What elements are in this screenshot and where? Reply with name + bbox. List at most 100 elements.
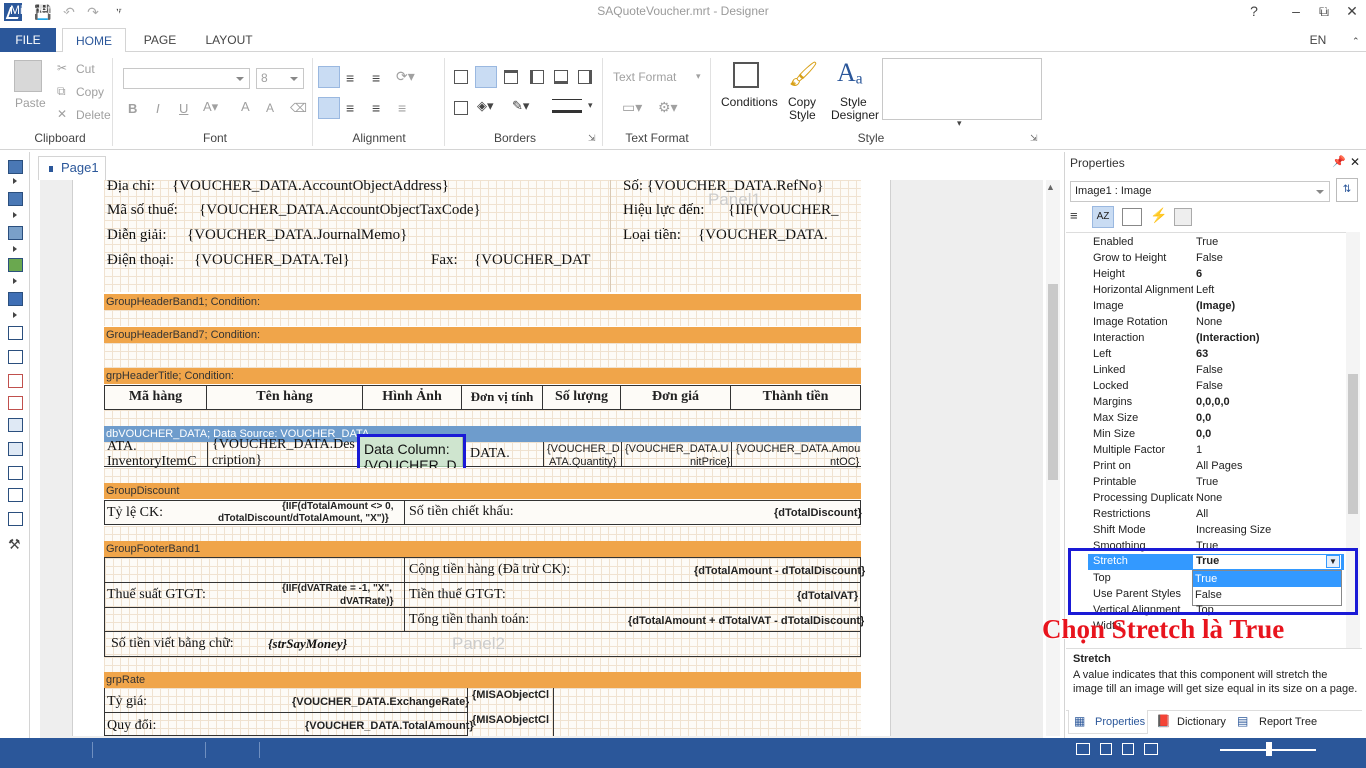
font-color-icon[interactable]: A▾ [203, 99, 218, 115]
toolbox-checkbox-icon[interactable] [8, 396, 23, 410]
group-header-band-1[interactable]: GroupHeaderBand1; Condition: [104, 294, 861, 310]
property-value[interactable]: 6 [1196, 266, 1202, 282]
text-format-dropdown-icon[interactable]: ▾ [696, 71, 701, 82]
toolbox-text-icon[interactable] [8, 326, 23, 340]
style-gallery[interactable] [882, 58, 1042, 120]
categorized-icon[interactable]: ≡ [1070, 208, 1078, 223]
all-borders-icon[interactable] [454, 70, 468, 84]
memo-field[interactable]: {VOUCHER_DATA.JournalMemo} [187, 227, 407, 244]
property-value[interactable]: None [1196, 314, 1222, 330]
help-icon[interactable]: ? [1240, 2, 1268, 22]
exchange-rate-field[interactable]: {VOUCHER_DATA.ExchangeRate} [292, 696, 469, 708]
property-value[interactable]: All Pages [1196, 458, 1242, 474]
toolbox-expand-icon[interactable] [13, 178, 17, 184]
group-footer-band-1[interactable]: GroupFooterBand1 [104, 541, 861, 557]
tax-code-field[interactable]: {VOUCHER_DATA.AccountObjectTaxCode} [199, 202, 481, 219]
style-dialog-icon[interactable]: ⇲ [1030, 133, 1038, 144]
events-icon[interactable]: ⚡ [1150, 207, 1167, 224]
property-options-icon[interactable] [1174, 208, 1192, 226]
property-value[interactable]: (Image) [1196, 298, 1235, 314]
unit-price-field[interactable]: {VOUCHER_DATA.U [625, 443, 729, 455]
multi-page-icon[interactable] [1144, 743, 1158, 755]
rows-row[interactable]: Image (Image) [1088, 298, 1346, 314]
toolbox-cross-band-icon[interactable] [8, 192, 23, 206]
misa-object-field-2[interactable]: {MISAObjectCl [472, 714, 552, 726]
rows-row[interactable]: Linked False [1088, 362, 1346, 378]
minimize-icon[interactable]: – [1282, 2, 1310, 22]
align-right-icon[interactable]: ≡ [372, 100, 380, 116]
property-value[interactable]: None [1196, 490, 1222, 506]
zoom-out-icon[interactable]: – [1206, 1, 1214, 17]
property-value[interactable]: True [1196, 234, 1218, 250]
toolbox-expand-icon[interactable] [13, 212, 17, 218]
ribbon-collapse-icon[interactable]: ⌃ [1352, 36, 1360, 47]
rows-row[interactable]: Printable True [1088, 474, 1346, 490]
page-view-icon[interactable] [1076, 743, 1090, 755]
rows-row[interactable]: Multiple Factor 1 [1088, 442, 1346, 458]
grow-font-icon[interactable]: A [241, 99, 250, 114]
borders-dialog-icon[interactable]: ⇲ [588, 133, 596, 144]
group-discount-band[interactable]: GroupDiscount [104, 483, 861, 499]
property-value[interactable]: 1 [1196, 442, 1202, 458]
property-value[interactable]: All [1196, 506, 1208, 522]
italic-icon[interactable]: I [156, 101, 160, 116]
top-border-icon[interactable] [504, 70, 518, 84]
tab-file[interactable]: FILE [0, 28, 56, 53]
total-field[interactable]: {dTotalAmount + dTotalVAT - dTotalDiscou… [628, 615, 864, 627]
group-rate-band[interactable]: grpRate [104, 672, 861, 688]
property-value[interactable]: (Interaction) [1196, 330, 1260, 346]
paste-button[interactable]: Paste [15, 96, 46, 110]
align-middle-icon[interactable]: ≡ [346, 70, 354, 86]
property-pages-icon[interactable] [1122, 208, 1142, 226]
subtotal-field[interactable]: {dTotalAmount - dTotalDiscount} [694, 565, 865, 577]
property-value[interactable]: 0,0 [1196, 410, 1211, 426]
rows-row[interactable]: Interaction (Interaction) [1088, 330, 1346, 346]
rows-row[interactable]: Shift Mode Increasing Size [1088, 522, 1346, 538]
amount-field[interactable]: {VOUCHER_DATA.Amou [736, 443, 860, 455]
group-header-band-7[interactable]: GroupHeaderBand7; Condition: [104, 327, 861, 343]
address-field[interactable]: {VOUCHER_DATA.AccountObjectAddress} [172, 178, 449, 195]
clear-format-icon[interactable]: ⌫ [290, 101, 307, 115]
phone-field[interactable]: {VOUCHER_DATA.Tel} [194, 252, 350, 269]
toolbox-richtext-icon[interactable] [8, 350, 23, 364]
toolbox-sysvar-icon[interactable] [8, 374, 23, 388]
text-format-options-icon[interactable]: ⚙▾ [658, 99, 678, 116]
toolbox-expand-icon[interactable] [13, 312, 17, 318]
tab-page[interactable]: PAGE [134, 28, 186, 53]
copy-style-button[interactable]: Copy [788, 95, 816, 109]
fax-field[interactable]: {VOUCHER_DAT [474, 252, 590, 269]
rows-row[interactable]: Image Rotation None [1088, 314, 1346, 330]
report-checker-icon[interactable]: ▶ [100, 3, 109, 17]
font-family-dropdown[interactable] [123, 68, 250, 89]
vat-rate-field[interactable]: {IIF(dVATRate = -1, "X", [282, 583, 392, 594]
property-value[interactable]: Left [1196, 282, 1214, 298]
units-selector[interactable]: Millimeters [10, 3, 67, 17]
right-border-icon[interactable] [578, 70, 592, 84]
discount-amount-field[interactable]: {dTotalDiscount} [774, 507, 862, 519]
align-center-icon[interactable]: ≡ [346, 100, 354, 116]
sort-az-icon[interactable]: ⇅ [1336, 178, 1358, 202]
toolbox-puzzle-icon[interactable] [8, 292, 23, 306]
property-value[interactable]: False [1196, 362, 1223, 378]
property-value[interactable]: False [1196, 250, 1223, 266]
language-selector[interactable]: EN [1300, 28, 1336, 53]
property-value[interactable]: 0,0 [1196, 426, 1211, 442]
border-width-dropdown-icon[interactable]: ▾ [588, 100, 593, 111]
amount-in-words-field[interactable]: {strSayMoney} [268, 636, 347, 652]
text-format-icon[interactable]: ▭▾ [622, 99, 642, 116]
toolbox-expand-icon[interactable] [13, 246, 17, 252]
rows-row[interactable]: Max Size 0,0 [1088, 410, 1346, 426]
vat-amount-field[interactable]: {dTotalVAT} [797, 590, 858, 602]
component-selector[interactable]: Image1 : Image [1070, 181, 1330, 202]
discount-rate-field[interactable]: {IIF(dTotalAmount <> 0, [282, 501, 393, 512]
converted-field[interactable]: {VOUCHER_DATA.TotalAmount} [305, 720, 474, 732]
align-bottom-icon[interactable]: ≡ [372, 70, 380, 86]
rows-row[interactable]: Print on All Pages [1088, 458, 1346, 474]
report-checker-button[interactable]: Report Checker [117, 3, 201, 17]
no-border-icon[interactable] [475, 66, 497, 88]
property-value[interactable]: 0,0,0,0 [1196, 394, 1230, 410]
scroll-up-icon[interactable]: ▲ [1046, 182, 1055, 192]
canvas-scroll-thumb[interactable] [1048, 284, 1058, 480]
property-value[interactable]: Increasing Size [1196, 522, 1271, 538]
rows-row[interactable]: Height 6 [1088, 266, 1346, 282]
